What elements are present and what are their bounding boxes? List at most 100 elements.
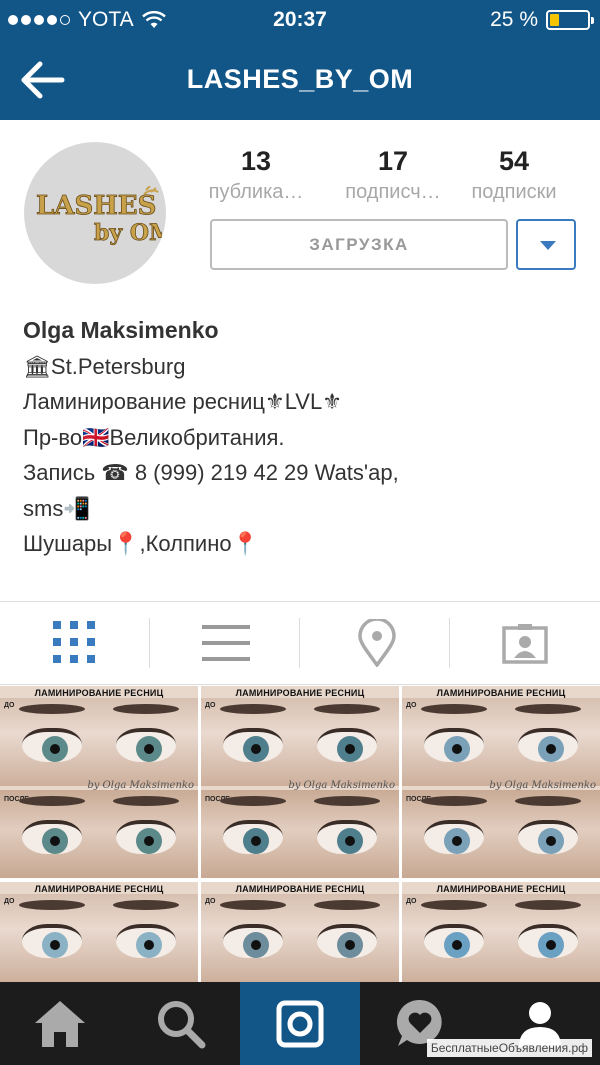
tab-list[interactable] — [150, 602, 300, 684]
bio-line: Шушары📍,Колпино📍 — [23, 531, 259, 556]
before-label: ДО — [205, 702, 216, 709]
eye — [22, 924, 82, 958]
stat-followers[interactable]: 17 подписч… — [333, 146, 453, 204]
eye — [518, 820, 578, 854]
signature: by Olga Maksimenko — [288, 780, 395, 791]
eye — [317, 728, 377, 762]
eye — [424, 728, 484, 762]
post-caption: ЛАМИНИРОВАНИЕ РЕСНИЦ — [436, 688, 566, 698]
eyebrow — [421, 704, 487, 714]
nav-home[interactable] — [0, 982, 120, 1065]
svg-text:by OM: by OM — [94, 220, 162, 246]
before-label: ДО — [4, 898, 15, 905]
post-thumbnail[interactable]: ЛАМИНИРОВАНИЕ РЕСНИЦ ДО ПОСЛЕ by Olga Maksi… — [0, 686, 198, 878]
options-dropdown-button[interactable] — [516, 219, 576, 270]
profile-tabs — [0, 601, 600, 685]
stat-followers-count: 17 — [377, 146, 409, 176]
list-icon — [202, 625, 250, 661]
stat-followers-label: подписч… — [345, 181, 441, 203]
eyebrow — [421, 900, 487, 910]
bio-line: 🏛St.Petersburg — [23, 353, 186, 379]
eyebrow — [113, 796, 179, 806]
location-pin-icon — [358, 619, 396, 667]
eyebrow — [19, 704, 85, 714]
post-caption: ЛАМИНИРОВАНИЕ РЕСНИЦ — [436, 884, 566, 894]
eye — [223, 728, 283, 762]
stat-following[interactable]: 54 подписки — [454, 146, 574, 204]
post-caption: ЛАМИНИРОВАНИЕ РЕСНИЦ — [235, 688, 365, 698]
eyebrow — [220, 900, 286, 910]
bio-line: Запись ☎ 8 (999) 219 42 29 Wats'ap, — [23, 460, 399, 485]
camera-icon — [276, 1000, 324, 1048]
post-caption: ЛАМИНИРОВАНИЕ РЕСНИЦ — [235, 884, 365, 894]
eye — [116, 728, 176, 762]
stat-following-count: 54 — [498, 146, 530, 176]
header: LASHES_BY_OM — [0, 40, 600, 120]
eye — [518, 728, 578, 762]
eyebrow — [314, 900, 380, 910]
eyebrow — [421, 796, 487, 806]
eyebrow — [19, 900, 85, 910]
eyebrow — [220, 796, 286, 806]
before-label: ДО — [406, 702, 417, 709]
post-thumbnail[interactable]: ЛАМИНИРОВАНИЕ РЕСНИЦ ДО ПОСЛЕ by Olga Maksi… — [201, 686, 399, 878]
eyebrow — [314, 796, 380, 806]
tab-places[interactable] — [300, 602, 450, 684]
eyebrow — [113, 900, 179, 910]
before-label: ДО — [205, 898, 216, 905]
stat-posts-label: публика… — [208, 181, 304, 203]
brand-logo: LASHES by OM — [36, 186, 162, 246]
eyebrow — [515, 704, 581, 714]
post-thumbnail[interactable]: ЛАМИНИРОВАНИЕ РЕСНИЦ ДО ПОСЛЕ by Olga Maksi… — [402, 686, 600, 878]
nav-search[interactable] — [120, 982, 240, 1065]
eye — [116, 820, 176, 854]
battery-percent: 25 % — [490, 8, 538, 31]
tab-grid[interactable] — [0, 602, 150, 684]
bio-line: Пр-во🇬🇧Великобритания. — [23, 424, 285, 450]
stat-posts[interactable]: 13 публика… — [196, 146, 316, 204]
tab-tagged[interactable] — [450, 602, 600, 684]
battery-icon — [546, 10, 594, 30]
posts-grid: ЛАМИНИРОВАНИЕ РЕСНИЦ ДО ПОСЛЕ by Olga Maksi… — [0, 686, 600, 1065]
post-caption: ЛАМИНИРОВАНИЕ РЕСНИЦ — [34, 688, 164, 698]
eyebrow — [19, 796, 85, 806]
eyebrow — [220, 704, 286, 714]
signature: by Olga Maksimenko — [87, 780, 194, 791]
avatar[interactable]: LASHES by OM — [24, 142, 166, 284]
eye — [22, 820, 82, 854]
before-label: ДО — [406, 898, 417, 905]
tagged-photos-icon — [502, 624, 548, 664]
eyebrow — [314, 704, 380, 714]
post-caption: ЛАМИНИРОВАНИЕ РЕСНИЦ — [34, 884, 164, 894]
nav-camera[interactable] — [240, 982, 360, 1065]
eye — [518, 924, 578, 958]
eye — [22, 728, 82, 762]
bio-line: sms📲 — [23, 495, 91, 521]
bio-line: Ламинирование ресниц⚜LVL⚜ — [23, 389, 342, 414]
bottom-nav: БесплатныеОбъявления.рф — [0, 982, 600, 1065]
eye — [116, 924, 176, 958]
eye — [223, 924, 283, 958]
eye — [223, 820, 283, 854]
home-icon — [35, 1001, 85, 1047]
status-bar: YOTA 20:37 25 % — [0, 0, 600, 40]
stat-posts-count: 13 — [240, 146, 272, 176]
signature: by Olga Maksimenko — [489, 780, 596, 791]
before-label: ДО — [4, 702, 15, 709]
eye — [317, 924, 377, 958]
eye — [424, 820, 484, 854]
upload-button[interactable]: ЗАГРУЗКА — [210, 219, 508, 270]
grid-icon — [53, 621, 95, 663]
eyebrow — [515, 900, 581, 910]
eye — [424, 924, 484, 958]
eyebrow — [113, 704, 179, 714]
profile-bio: Olga Maksimenko 🏛St.Petersburg Ламиниров… — [23, 313, 583, 562]
svg-text:LASHES: LASHES — [36, 191, 156, 221]
search-icon — [158, 1001, 206, 1049]
profile-screen: YOTA 20:37 25 % LASHES_BY_OM LASHES by O… — [0, 0, 600, 1065]
page-title: LASHES_BY_OM — [186, 64, 414, 94]
stat-following-label: подписки — [471, 181, 557, 203]
eyebrow — [515, 796, 581, 806]
battery-group: 25 % — [490, 8, 594, 32]
watermark: БесплатныеОбъявления.рф — [426, 1039, 592, 1057]
